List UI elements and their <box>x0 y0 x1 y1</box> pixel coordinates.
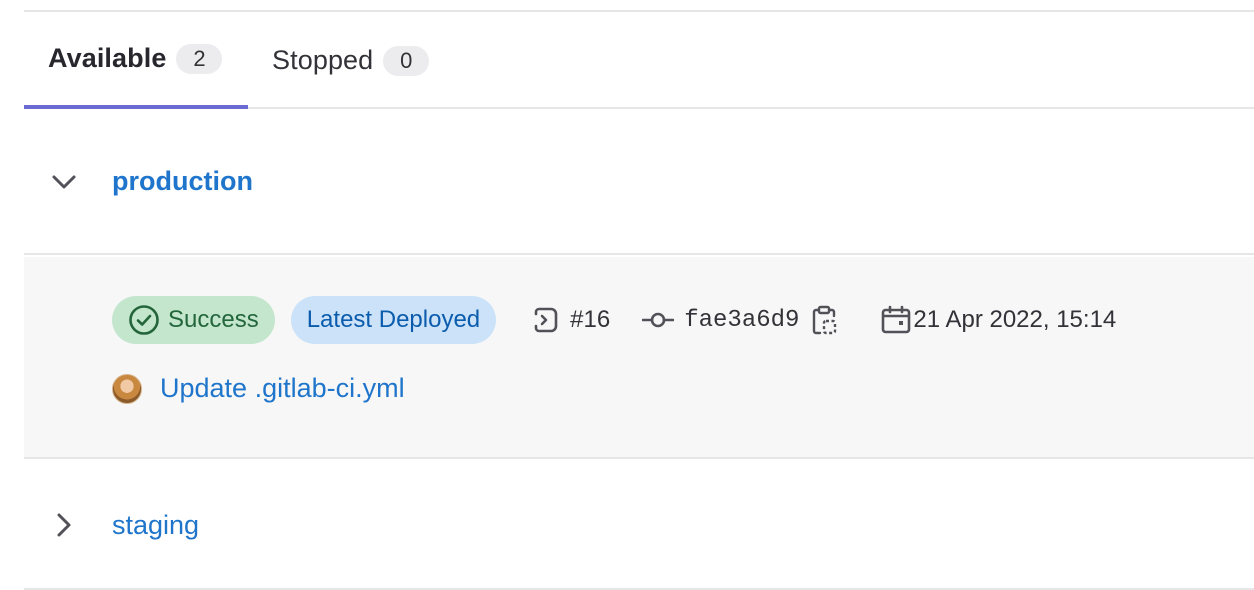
environment-name[interactable]: production <box>112 166 253 197</box>
commit-sha[interactable]: fae3a6d9 <box>684 307 799 334</box>
copy-to-clipboard-icon[interactable] <box>811 305 837 335</box>
status-badge[interactable]: Success <box>112 296 275 344</box>
check-circle-icon <box>129 305 159 335</box>
deployment-details: Success Latest Deployed #16 fae3a6d9 21 … <box>24 257 1254 459</box>
status-label: Success <box>168 306 259 333</box>
latest-deployed-badge: Latest Deployed <box>290 296 497 344</box>
deployment-date: 21 Apr 2022, 15:14 <box>881 305 1116 335</box>
latest-deployed-label: Latest Deployed <box>306 306 481 333</box>
deployment-meta: Success Latest Deployed #16 fae3a6d9 21 … <box>112 296 1116 344</box>
commit-icon <box>642 312 675 328</box>
deployment-date-label: 21 Apr 2022, 15:14 <box>913 306 1117 333</box>
environment-name[interactable]: staging <box>112 510 199 541</box>
tab-stopped-count: 0 <box>383 45 430 76</box>
environment-tabs: Available 2 Stopped 0 <box>24 12 1254 109</box>
environment-row-production: production <box>24 110 1254 255</box>
tab-available-count: 2 <box>176 43 223 74</box>
chevron-down-icon[interactable] <box>48 166 80 198</box>
commit-info: Update .gitlab-ci.yml <box>112 373 405 404</box>
calendar-icon <box>882 305 911 334</box>
tab-available-label: Available <box>48 43 167 73</box>
tab-available[interactable]: Available 2 <box>24 12 248 109</box>
rocket-icon <box>534 307 558 333</box>
deployment-link[interactable]: #16 <box>530 305 610 335</box>
deployment-id: #16 <box>570 306 611 333</box>
tab-stopped[interactable]: Stopped 0 <box>272 12 430 109</box>
chevron-right-icon[interactable] <box>48 509 80 541</box>
commit-title-link[interactable]: Update .gitlab-ci.yml <box>160 373 405 404</box>
avatar[interactable] <box>112 373 142 404</box>
environment-row-staging: staging <box>24 460 1254 590</box>
commit-ref: fae3a6d9 <box>642 305 837 335</box>
tab-stopped-label: Stopped <box>272 45 374 75</box>
